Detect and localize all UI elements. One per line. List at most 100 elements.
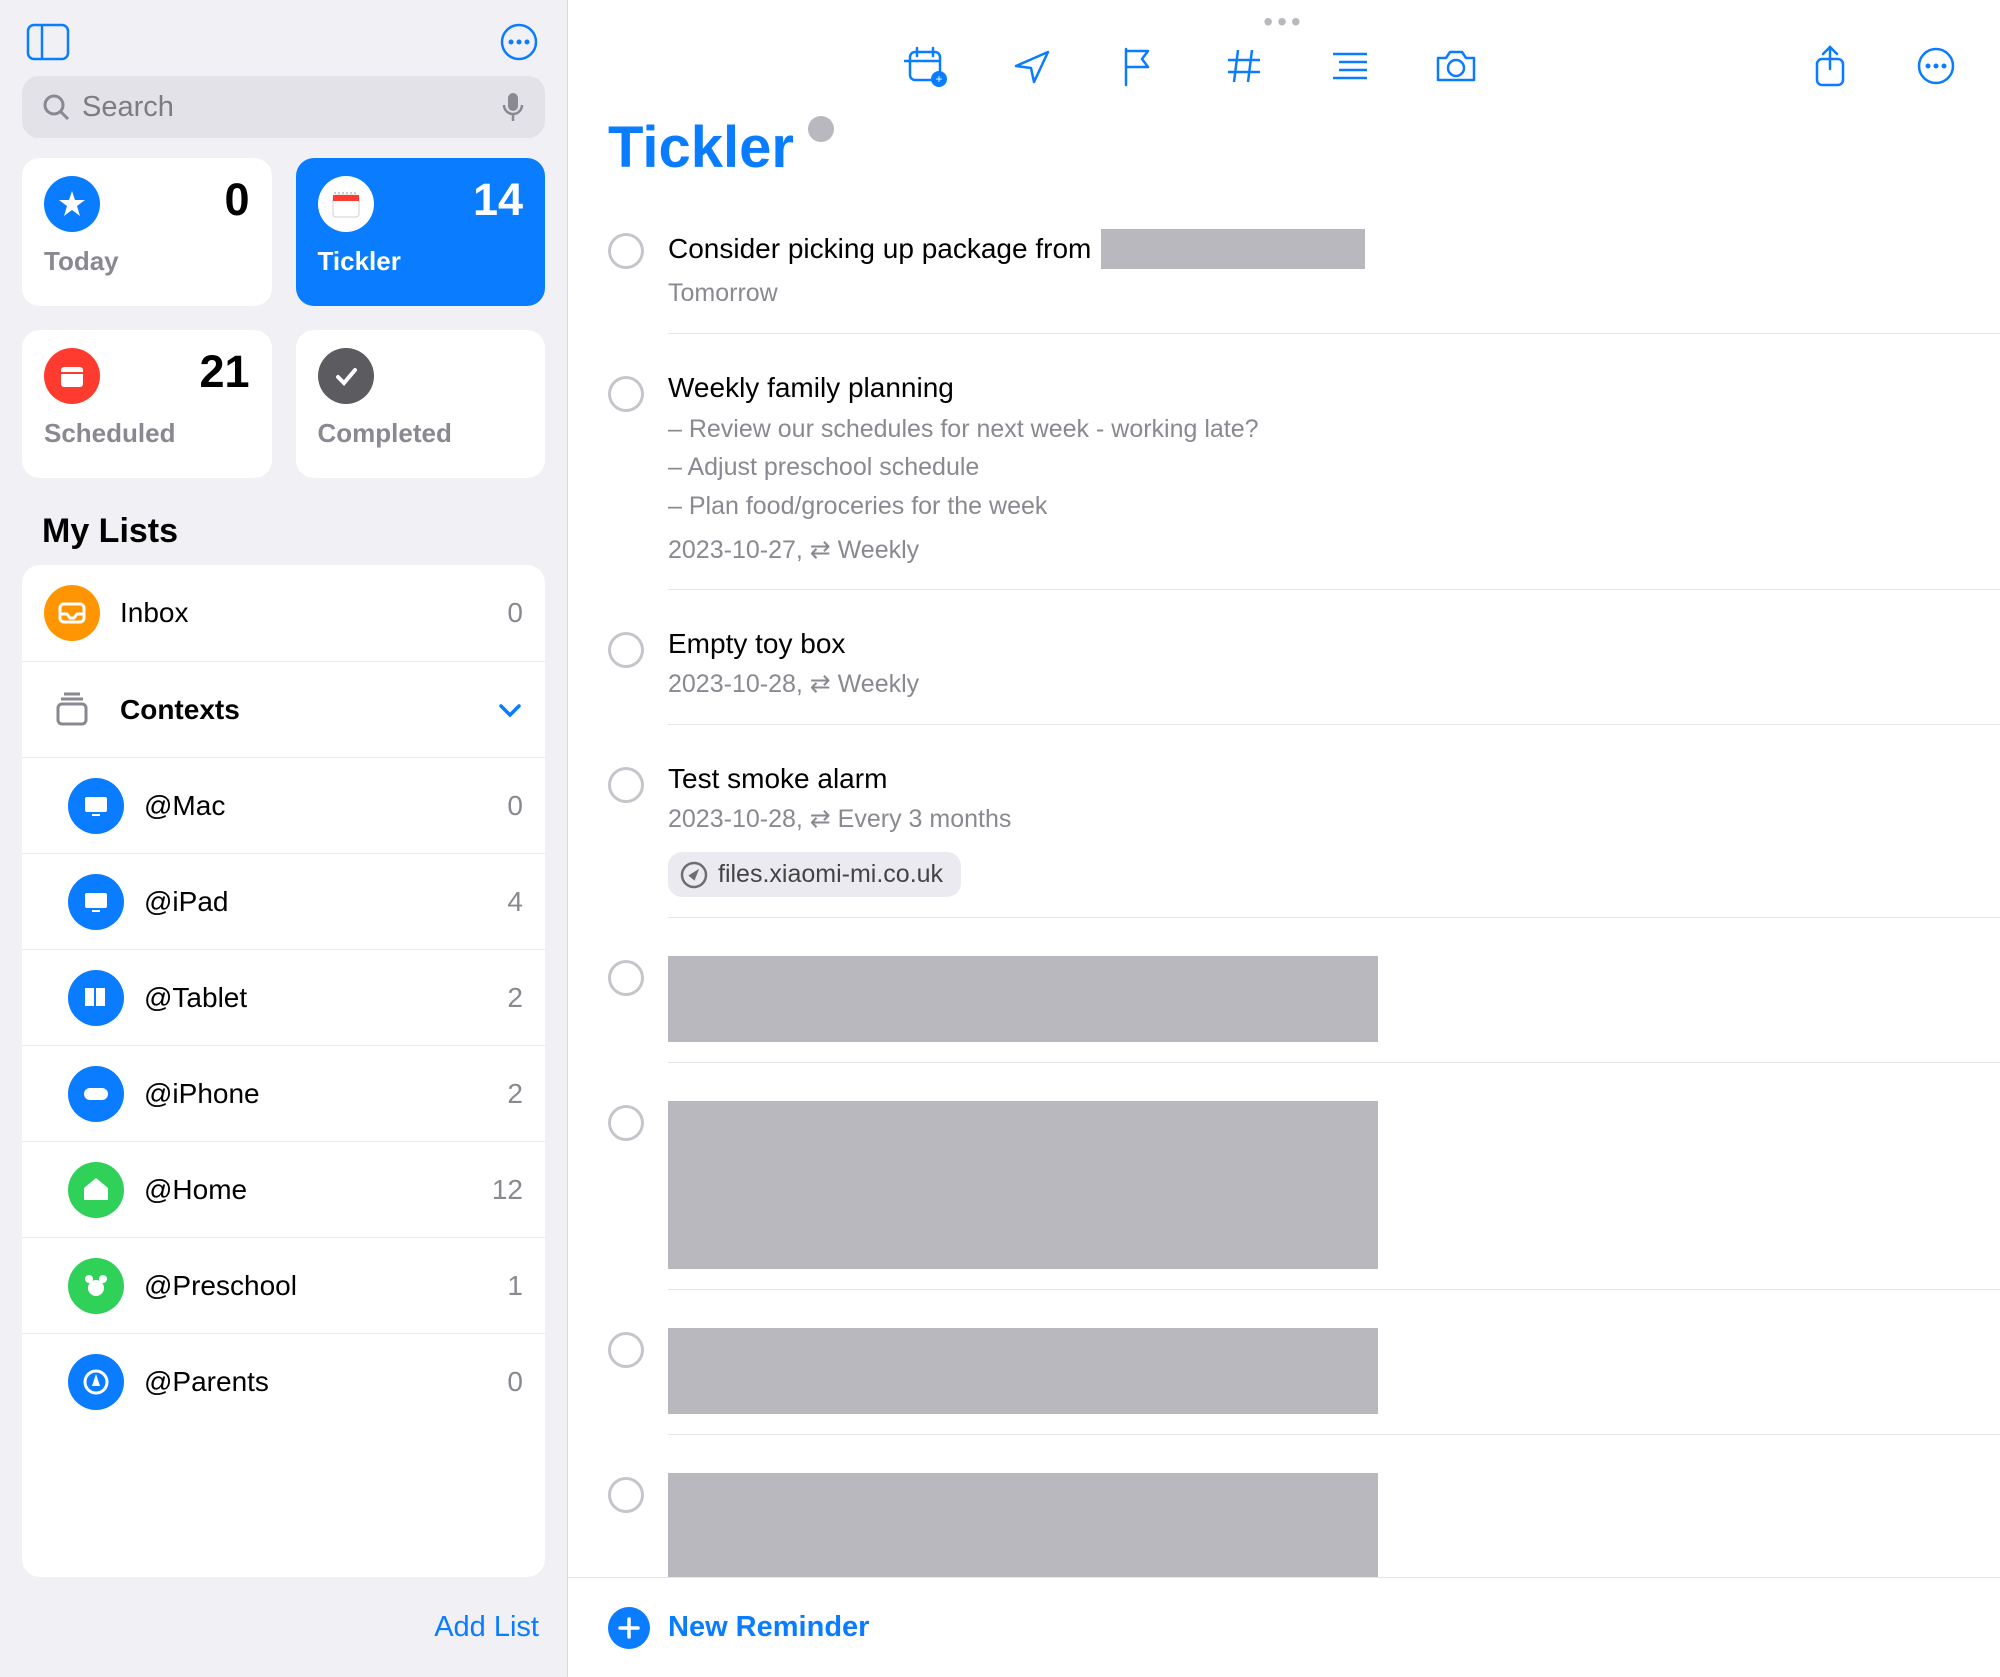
reminder-item[interactable]	[608, 1083, 2000, 1310]
context-name: @Parents	[144, 1366, 475, 1398]
folder-stack-icon	[44, 692, 100, 728]
smartlist-tickler[interactable]: 14 Tickler	[296, 158, 546, 306]
reminder-title: Test smoke alarm	[668, 763, 1960, 795]
today-label: Today	[44, 246, 250, 277]
search-field[interactable]	[22, 76, 545, 138]
redacted-block	[668, 1101, 1378, 1269]
redacted-block	[668, 956, 1378, 1042]
redacted-block	[668, 1328, 1378, 1414]
completed-icon	[318, 348, 374, 404]
smartlist-today[interactable]: 0 Today	[22, 158, 272, 306]
complete-checkbox[interactable]	[608, 1332, 644, 1368]
inbox-icon	[44, 585, 100, 641]
reminder-title: Consider picking up package from	[668, 229, 1960, 269]
location-icon[interactable]	[1008, 42, 1056, 90]
reminder-item[interactable]: Weekly family planning – Review our sched…	[608, 354, 2000, 611]
complete-checkbox[interactable]	[608, 1477, 644, 1513]
flag-icon[interactable]	[1114, 42, 1162, 90]
search-input[interactable]	[82, 91, 489, 124]
context-row[interactable]: @Tablet 2	[22, 949, 545, 1045]
reminder-item[interactable]: Test smoke alarm2023-10-28, ⇄ Every 3 mo…	[608, 745, 2000, 939]
context-name: @iPad	[144, 886, 475, 918]
group-contexts[interactable]: Contexts	[22, 661, 545, 757]
smartlist-completed[interactable]: Completed	[296, 330, 546, 478]
scheduled-icon	[44, 348, 100, 404]
context-icon	[68, 874, 124, 930]
context-count: 2	[495, 982, 523, 1014]
redacted-block	[668, 1473, 1378, 1577]
context-icon	[68, 1066, 124, 1122]
list-inbox[interactable]: Inbox 0	[22, 565, 545, 661]
contexts-label: Contexts	[120, 694, 477, 726]
sidebar: 0 Today 14 Tickler 21 Scheduled	[0, 0, 568, 1677]
context-row[interactable]: @Preschool 1	[22, 1237, 545, 1333]
new-reminder-bar[interactable]: New Reminder	[568, 1577, 2000, 1677]
context-icon	[68, 970, 124, 1026]
reminder-item[interactable]: Consider picking up package from Tomorro…	[608, 211, 2000, 354]
lists-panel: Inbox 0 Contexts @Mac 0 @iPad 4 @Tablet …	[22, 565, 545, 1577]
tag-hash-icon[interactable]	[1220, 42, 1268, 90]
scheduled-label: Scheduled	[44, 418, 250, 449]
context-name: @Tablet	[144, 982, 475, 1014]
camera-icon[interactable]	[1432, 42, 1480, 90]
reminder-item[interactable]	[608, 938, 2000, 1083]
context-count: 12	[492, 1174, 523, 1206]
context-row[interactable]: @iPhone 2	[22, 1045, 545, 1141]
reminder-title: Weekly family planning	[668, 372, 1960, 404]
scheduled-count: 21	[199, 346, 249, 398]
reminder-meta: 2023-10-27, ⇄ Weekly	[668, 532, 1960, 570]
context-count: 0	[495, 1366, 523, 1398]
safari-icon	[680, 861, 708, 889]
context-row[interactable]: @Home 12	[22, 1141, 545, 1237]
today-icon	[44, 176, 100, 232]
reminder-notes: – Review our schedules for next week - w…	[668, 410, 1960, 526]
toolbar-more-icon[interactable]	[1912, 42, 1960, 90]
complete-checkbox[interactable]	[608, 767, 644, 803]
context-row[interactable]: @iPad 4	[22, 853, 545, 949]
tickler-count: 14	[473, 174, 523, 226]
new-reminder-label: New Reminder	[668, 1611, 869, 1644]
today-count: 0	[224, 174, 249, 226]
my-lists-header: My Lists	[0, 502, 567, 565]
list-info-dot-icon[interactable]	[808, 116, 834, 142]
list-indent-icon[interactable]	[1326, 42, 1374, 90]
dictate-icon[interactable]	[501, 91, 525, 123]
plus-icon	[608, 1607, 650, 1649]
inbox-count: 0	[495, 597, 523, 629]
add-list-button[interactable]: Add List	[434, 1611, 539, 1644]
tickler-icon	[318, 176, 374, 232]
reminder-meta: 2023-10-28, ⇄ Weekly	[668, 666, 1960, 704]
sidebar-more-icon[interactable]	[495, 18, 543, 66]
share-icon[interactable]	[1806, 42, 1854, 90]
tickler-label: Tickler	[318, 246, 524, 277]
context-count: 2	[495, 1078, 523, 1110]
context-row[interactable]: @Parents 0	[22, 1333, 545, 1429]
reminder-items: Consider picking up package from Tomorro…	[568, 211, 2000, 1577]
toggle-sidebar-icon[interactable]	[24, 18, 72, 66]
context-name: @Mac	[144, 790, 475, 822]
complete-checkbox[interactable]	[608, 376, 644, 412]
context-name: @iPhone	[144, 1078, 475, 1110]
reminder-item[interactable]	[608, 1455, 2000, 1577]
window-grabber-icon[interactable]: •••	[1263, 6, 1304, 38]
calendar-badge-icon[interactable]: +	[902, 42, 950, 90]
link-chip[interactable]: files.xiaomi-mi.co.uk	[668, 852, 961, 897]
context-row[interactable]: @Mac 0	[22, 757, 545, 853]
complete-checkbox[interactable]	[608, 960, 644, 996]
complete-checkbox[interactable]	[608, 632, 644, 668]
complete-checkbox[interactable]	[608, 1105, 644, 1141]
list-title: Tickler	[608, 114, 794, 181]
chevron-down-icon[interactable]	[497, 697, 523, 723]
completed-label: Completed	[318, 418, 524, 449]
context-name: @Home	[144, 1174, 472, 1206]
context-name: @Preschool	[144, 1270, 475, 1302]
context-count: 1	[495, 1270, 523, 1302]
reminder-item[interactable]: Empty toy box2023-10-28, ⇄ Weekly	[608, 610, 2000, 745]
smartlist-scheduled[interactable]: 21 Scheduled	[22, 330, 272, 478]
search-icon	[42, 93, 70, 121]
complete-checkbox[interactable]	[608, 233, 644, 269]
inbox-label: Inbox	[120, 597, 475, 629]
context-icon	[68, 778, 124, 834]
reminder-item[interactable]	[608, 1310, 2000, 1455]
context-count: 4	[495, 886, 523, 918]
